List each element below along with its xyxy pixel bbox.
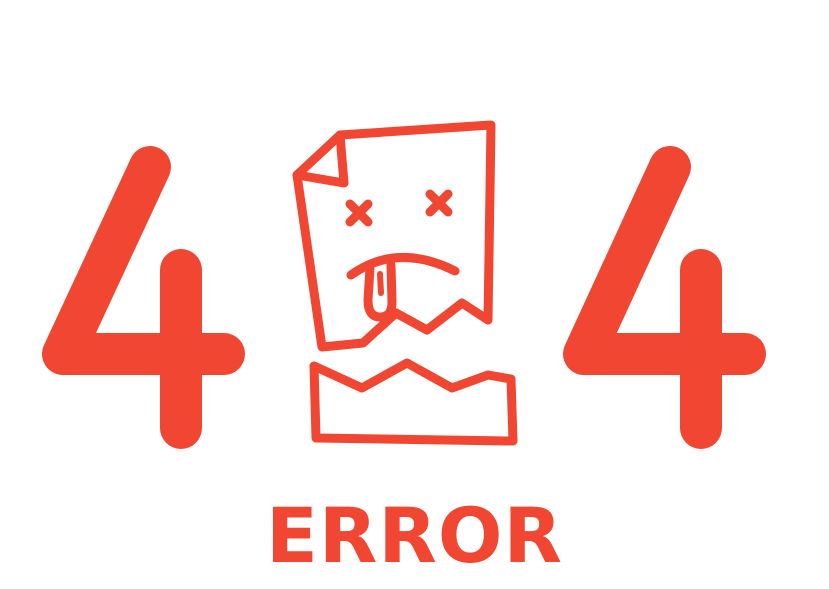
tongue-center-line (377, 271, 384, 296)
error-label: ERROR (265, 491, 564, 580)
paper-lower-piece (309, 358, 518, 446)
dead-eye-right (425, 189, 453, 217)
dead-eye-left (345, 199, 373, 227)
digit-four-left (42, 146, 245, 449)
torn-paper-dead-face-icon (292, 120, 518, 446)
digit-four-right (563, 146, 766, 449)
